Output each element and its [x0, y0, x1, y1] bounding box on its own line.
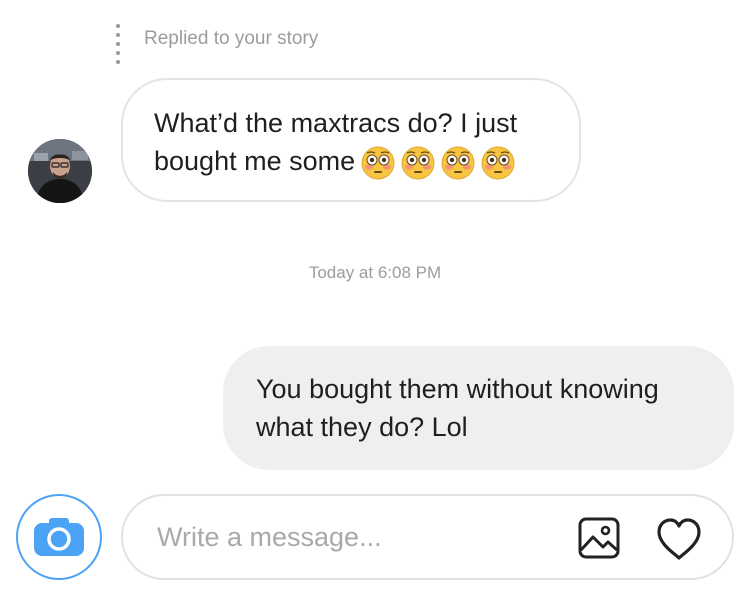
- avatar-photo: [28, 139, 92, 203]
- message-input[interactable]: [157, 514, 557, 560]
- story-reply-dots: [116, 24, 120, 64]
- incoming-message-line-2-row: bought me some: [154, 142, 549, 180]
- incoming-message-line-1: What’d the maxtracs do? I just: [154, 108, 518, 138]
- outgoing-message-bubble[interactable]: You bought them without knowing what the…: [223, 346, 734, 470]
- incoming-message-line-2: bought me some: [154, 146, 356, 176]
- heart-icon: [657, 518, 701, 560]
- message-composer: [121, 494, 734, 580]
- direct-message-thread: Replied to your story What’d the maxtrac…: [0, 0, 750, 597]
- like-button[interactable]: [654, 516, 704, 562]
- image-icon: [578, 517, 620, 559]
- avatar[interactable]: [28, 139, 92, 203]
- story-reply-indicator: Replied to your story: [116, 24, 318, 70]
- emoji-row: [361, 146, 515, 180]
- story-reply-label: Replied to your story: [144, 28, 319, 49]
- flushed-face-icon: [481, 146, 515, 180]
- incoming-message-bubble[interactable]: What’d the maxtracs do? I just bought me…: [121, 78, 581, 202]
- flushed-face-icon: [441, 146, 475, 180]
- camera-icon: [34, 518, 84, 556]
- camera-button[interactable]: [16, 494, 102, 580]
- gallery-button[interactable]: [577, 516, 621, 560]
- outgoing-message-line-2: what they do? Lol: [256, 412, 468, 442]
- message-timestamp: Today at 6:08 PM: [308, 263, 442, 282]
- outgoing-message-line-1: You bought them without knowing: [256, 374, 659, 404]
- flushed-face-icon: [361, 146, 395, 180]
- flushed-face-icon: [401, 146, 435, 180]
